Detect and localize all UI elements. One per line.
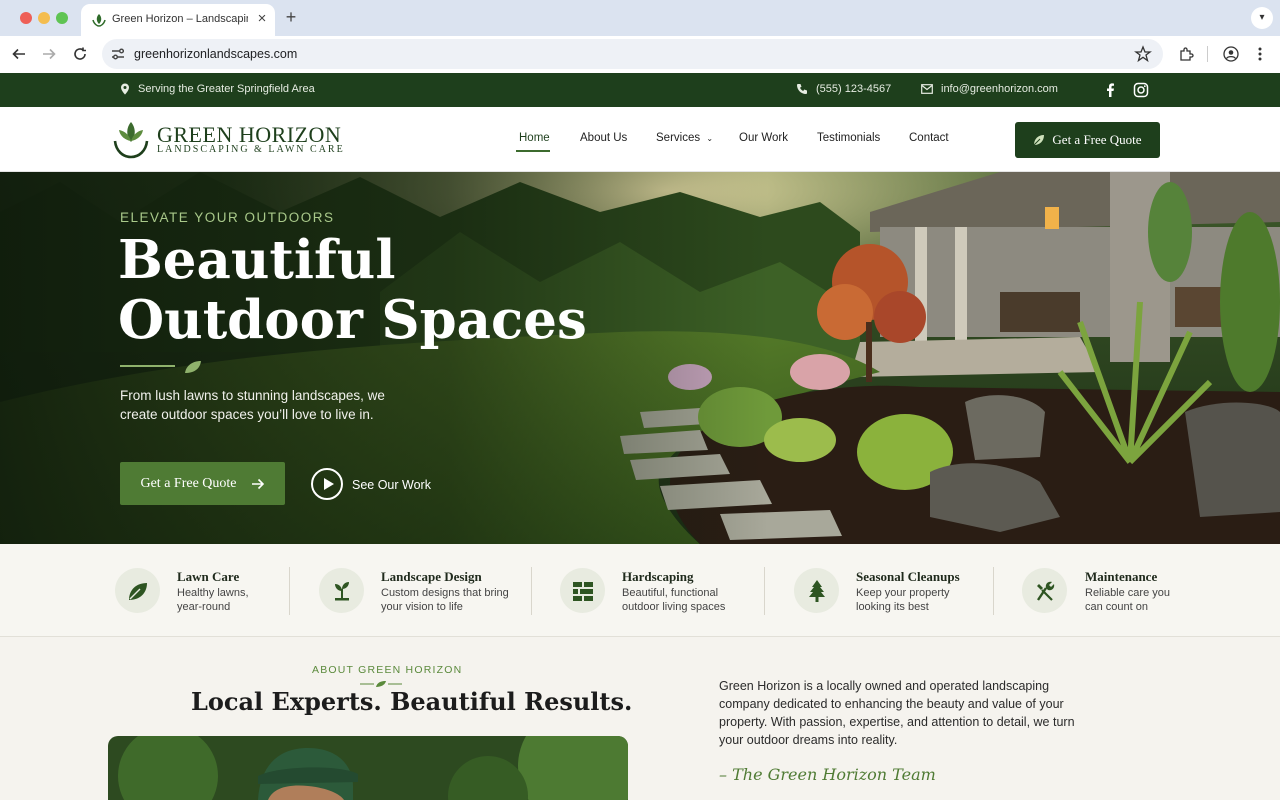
top-info-bar: Serving the Greater Springfield Area (55…: [0, 73, 1280, 107]
email-link[interactable]: info@greenhorizon.com: [921, 83, 1058, 95]
bookmark-star-icon[interactable]: [1134, 45, 1152, 63]
service-item-hardscaping[interactable]: Hardscaping Beautiful, functional outdoo…: [532, 544, 765, 637]
toolbar-divider: [1207, 46, 1208, 62]
back-arrow-icon[interactable]: [8, 43, 30, 65]
phone-icon: [797, 84, 807, 94]
url-text: greenhorizonlandscapes.com: [134, 47, 298, 61]
map-pin-icon: [121, 83, 129, 95]
hero-section: ELEVATE YOUR OUTDOORS Beautiful Outdoor …: [0, 172, 1280, 544]
tree-icon: [794, 568, 839, 613]
service-item-lawn-care[interactable]: Lawn Care Healthy lawns, year-round: [0, 544, 290, 637]
service-item-maintenance[interactable]: Maintenance Reliable care you can count …: [994, 544, 1224, 637]
arrow-right-icon: [251, 478, 264, 489]
service-desc: Custom designs that bring your vision to…: [381, 587, 509, 613]
window-close-button[interactable]: [20, 12, 32, 24]
leaf-icon: [185, 361, 201, 373]
hero-eyebrow: ELEVATE YOUR OUTDOORS: [120, 210, 335, 225]
site-header: GREEN HORIZON LANDSCAPING & LAWN CARE Ho…: [0, 107, 1280, 172]
service-desc: Keep your property looking its best: [856, 587, 950, 613]
about-section: ABOUT GREEN HORIZON Local Experts. Beaut…: [0, 637, 1280, 800]
reload-icon[interactable]: [69, 43, 91, 65]
tab-title: Green Horizon – Landscaping &: [112, 13, 248, 25]
browser-tab[interactable]: Green Horizon – Landscaping & ×: [81, 4, 275, 36]
leaf-icon: [1034, 135, 1045, 146]
sprout-icon: [319, 568, 364, 613]
service-desc: Beautiful, functional outdoor living spa…: [622, 587, 726, 613]
logo-tagline: LANDSCAPING & LAWN CARE: [157, 144, 345, 155]
hero-title-line-2: Outdoor Spaces: [118, 289, 587, 351]
browser-menu-icon[interactable]: [1250, 44, 1270, 64]
profile-avatar-icon[interactable]: [1221, 44, 1241, 64]
hero-divider: [120, 365, 175, 367]
phone-text: (555) 123-4567: [816, 83, 892, 95]
forward-arrow-icon[interactable]: [38, 43, 60, 65]
nav-services-label: Services: [656, 132, 701, 144]
new-tab-icon[interactable]: +: [282, 7, 300, 27]
instagram-icon[interactable]: [1133, 82, 1149, 98]
browser-tab-bar: Green Horizon – Landscaping & × + ▾: [0, 0, 1280, 36]
services-strip: Lawn Care Healthy lawns, year-round Land…: [0, 544, 1280, 637]
service-title: Maintenance: [1085, 569, 1158, 584]
phone-link[interactable]: (555) 123-4567: [796, 83, 891, 95]
service-item-seasonal-cleanups[interactable]: Seasonal Cleanups Keep your property loo…: [765, 544, 994, 637]
browser-toolbar: greenhorizonlandscapes.com: [0, 36, 1280, 73]
hero-subtitle: From lush lawns to stunning landscapes, …: [120, 388, 385, 422]
nav-services[interactable]: Services ⌄: [656, 132, 713, 144]
hero-title-line-1: Beautiful: [118, 229, 396, 291]
about-description: Green Horizon is a locally owned and ope…: [719, 679, 1075, 747]
nav-contact[interactable]: Contact: [909, 132, 949, 144]
tools-icon: [1022, 568, 1067, 613]
extensions-icon[interactable]: [1176, 44, 1196, 64]
service-desc: Reliable care you can count on: [1085, 587, 1170, 613]
nav-active-indicator: [516, 150, 550, 152]
tab-search-chevron-icon[interactable]: ▾: [1251, 7, 1273, 29]
hero-quote-label: Get a Free Quote: [140, 475, 237, 491]
address-bar[interactable]: greenhorizonlandscapes.com: [102, 39, 1163, 69]
favicon-leaf-icon: [92, 14, 106, 27]
mail-icon: [921, 84, 933, 94]
about-signature: – The Green Horizon Team: [719, 765, 936, 784]
logo-leaf-icon[interactable]: [112, 119, 150, 159]
leaf-icon: [115, 568, 160, 613]
window-maximize-button[interactable]: [56, 12, 68, 24]
service-title: Seasonal Cleanups: [856, 569, 960, 584]
service-title: Lawn Care: [177, 569, 240, 584]
service-desc: Healthy lawns, year-round: [177, 587, 249, 613]
tab-close-icon[interactable]: ×: [253, 10, 271, 28]
service-area-text: Serving the Greater Springfield Area: [138, 83, 315, 95]
see-our-work-link[interactable]: See Our Work: [352, 478, 431, 492]
chevron-down-icon: ⌄: [706, 134, 714, 143]
nav-our-work[interactable]: Our Work: [739, 132, 788, 144]
header-quote-label: Get a Free Quote: [1052, 132, 1142, 147]
site-settings-icon[interactable]: [110, 46, 126, 62]
service-title: Landscape Design: [381, 569, 482, 584]
facebook-icon[interactable]: [1102, 82, 1118, 98]
nav-about-us[interactable]: About Us: [580, 132, 627, 144]
about-title: Local Experts. Beautiful Results.: [191, 687, 633, 716]
nav-home[interactable]: Home: [519, 132, 550, 144]
window-minimize-button[interactable]: [38, 12, 50, 24]
about-eyebrow: ABOUT GREEN HORIZON: [312, 664, 463, 676]
header-quote-button[interactable]: Get a Free Quote: [1015, 122, 1160, 158]
service-area: Serving the Greater Springfield Area: [120, 83, 315, 95]
nav-testimonials[interactable]: Testimonials: [817, 132, 880, 144]
service-title: Hardscaping: [622, 569, 694, 584]
email-text: info@greenhorizon.com: [941, 83, 1058, 95]
hero-title: Beautiful Outdoor Spaces: [118, 230, 587, 350]
bricks-icon: [560, 568, 605, 613]
service-item-landscape-design[interactable]: Landscape Design Custom designs that bri…: [290, 544, 532, 637]
play-icon[interactable]: [311, 468, 343, 500]
hero-quote-button[interactable]: Get a Free Quote: [120, 462, 285, 505]
about-team-photo: [108, 736, 628, 800]
